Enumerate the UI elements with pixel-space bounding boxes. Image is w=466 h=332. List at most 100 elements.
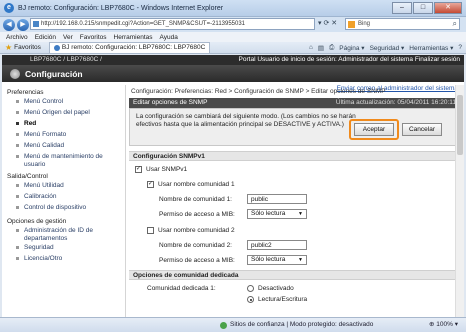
menu-ayuda[interactable]: Ayuda xyxy=(160,34,178,41)
back-button[interactable]: ◀ xyxy=(3,18,15,31)
menu-edicion[interactable]: Edición xyxy=(35,34,56,41)
menu-archivo[interactable]: Archivo xyxy=(6,34,28,41)
community2-mib-label: Permiso de acceso a MIB: xyxy=(159,257,235,264)
bullet-icon xyxy=(16,144,19,147)
tools-menu[interactable]: Herramientas ▾ xyxy=(409,44,453,52)
bullet-icon xyxy=(16,111,19,114)
sidebar-item-calidad[interactable]: Menú Calidad xyxy=(2,141,125,152)
scrollbar-thumb[interactable] xyxy=(457,95,463,155)
community1-name-label: Nombre de comunidad 1: xyxy=(159,196,232,203)
zoom-control[interactable]: ⊕ 100% ▾ xyxy=(429,318,458,332)
bullet-icon xyxy=(16,155,19,158)
sidebar-item-label: Administración de ID de departamentos xyxy=(24,227,94,242)
community2-name-label: Nombre de comunidad 2: xyxy=(159,242,232,249)
browser-tab[interactable]: BJ remoto: Configuración: LBP7680C: LBP7… xyxy=(48,42,211,53)
portal-bar[interactable]: Portal Usuario de inicio de sesión: Admi… xyxy=(239,55,460,65)
menu-herramientas[interactable]: Herramientas xyxy=(114,34,153,41)
vertical-scrollbar[interactable] xyxy=(455,85,464,317)
address-bar[interactable]: http://192.168.0.215/snmpedit.cgi?Action… xyxy=(30,18,315,30)
sidebar-item-seguridad[interactable]: Seguridad xyxy=(2,243,125,254)
community2-mib-value: Sólo lectura xyxy=(251,256,286,263)
section-title: Editar opciones de SNMP xyxy=(133,99,208,106)
use-snmpv1-checkbox[interactable]: ✓ xyxy=(135,166,142,173)
sidebar-item-label: Menú Formato xyxy=(24,131,67,138)
community1-mib-value: Sólo lectura xyxy=(251,210,286,217)
use-snmpv1-row: ✓ Usar SNMPv1 xyxy=(135,165,187,174)
menu-ver[interactable]: Ver xyxy=(63,34,73,41)
section-header: Editar opciones de SNMP Última actualiza… xyxy=(129,98,460,108)
safety-menu[interactable]: Seguridad ▾ xyxy=(370,44,405,52)
bullet-icon xyxy=(16,133,19,136)
sidebar-item-red[interactable]: Red xyxy=(2,119,125,130)
bullet-icon xyxy=(16,100,19,103)
page-icon xyxy=(33,21,39,27)
settings-icon xyxy=(10,68,20,79)
radio-lectura-escritura[interactable] xyxy=(247,296,254,303)
community1-name-input[interactable] xyxy=(247,194,307,204)
community2-row: Usar nombre comunidad 2 xyxy=(147,226,235,235)
window-title: BJ remoto: Configuración: LBP7680C - Win… xyxy=(18,4,224,12)
sidebar-item-menu-control[interactable]: Menú Control xyxy=(2,97,125,108)
dedicated-section-header: Opciones de comunidad dedicada xyxy=(129,270,460,280)
menu-bar: Archivo Edición Ver Favoritos Herramient… xyxy=(0,32,466,42)
radio-desactivado[interactable] xyxy=(247,285,254,292)
favorites-bar: ★ Favoritos BJ remoto: Configuración: LB… xyxy=(0,42,466,54)
forward-button[interactable]: ▶ xyxy=(17,18,29,31)
main-panel: Configuración: Preferencias: Red > Confi… xyxy=(129,85,464,317)
sidebar-item-label: Menú Origen del papel xyxy=(24,109,90,116)
window-titlebar: e BJ remoto: Configuración: LBP7680C - W… xyxy=(0,0,466,17)
help-icon[interactable]: ? xyxy=(458,44,462,52)
maximize-button[interactable]: □ xyxy=(413,2,433,14)
sidebar-item-mantenimiento[interactable]: Menú de mantenimiento de usuario xyxy=(2,152,125,169)
refresh-stop-icons[interactable]: ▾ ⟳ ✕ xyxy=(318,19,337,27)
community1-mib-label: Permiso de acceso a MIB: xyxy=(159,211,235,218)
accept-button[interactable]: Aceptar xyxy=(354,123,394,136)
favorites-button[interactable]: Favoritos xyxy=(14,44,41,51)
community1-mib-select[interactable]: Sólo lectura ▼ xyxy=(247,209,307,219)
page-title: Configuración xyxy=(25,68,83,79)
sidebar-item-utilidad[interactable]: Menú Utilidad xyxy=(2,181,125,192)
search-icon[interactable]: ⌕ xyxy=(453,19,457,29)
bullet-icon xyxy=(16,122,19,125)
address-row: ◀ ▶ http://192.168.0.215/snmpedit.cgi?Ac… xyxy=(0,17,466,32)
community2-mib-select[interactable]: Sólo lectura ▼ xyxy=(247,255,307,265)
community2-name-input[interactable] xyxy=(247,240,307,250)
sidebar-item-label: Calibración xyxy=(24,193,57,200)
sidebar-group-salida: Salida/Control xyxy=(7,173,48,180)
star-icon: ★ xyxy=(5,43,13,52)
search-engine-label: Bing xyxy=(358,21,371,27)
window-controls: – □ ✕ xyxy=(392,2,462,14)
bullet-icon xyxy=(16,206,19,209)
command-bar: ⌂ ▤ ⎙ Página ▾ Seguridad ▾ Herramientas … xyxy=(309,44,462,52)
bullet-icon xyxy=(16,246,19,249)
community1-checkbox[interactable]: ✓ xyxy=(147,181,154,188)
bullet-icon xyxy=(16,195,19,198)
print-icon[interactable]: ⎙ xyxy=(329,44,334,52)
menu-favoritos[interactable]: Favoritos xyxy=(80,34,107,41)
config-header: Configuración xyxy=(2,65,464,82)
sidebar-item-formato[interactable]: Menú Formato xyxy=(2,130,125,141)
page-menu[interactable]: Página ▾ xyxy=(339,44,364,52)
cancel-button[interactable]: Cancelar xyxy=(402,123,442,136)
security-zone: Sitios de confianza | Modo protegido: de… xyxy=(230,321,374,328)
home-icon[interactable]: ⌂ xyxy=(309,44,313,52)
tab-page-icon xyxy=(53,45,60,51)
sidebar-item-licencia[interactable]: Licencia/Otro xyxy=(2,254,125,265)
sidebar-item-calibracion[interactable]: Calibración xyxy=(2,192,125,203)
dedicated-option-rw[interactable]: Lectura/Escritura xyxy=(247,295,307,304)
sidebar-item-label: Red xyxy=(24,120,37,127)
close-button[interactable]: ✕ xyxy=(434,2,462,14)
sidebar-item-control-dispositivo[interactable]: Control de dispositivo xyxy=(2,203,125,214)
snmpv1-section-header: Configuración SNMPv1 xyxy=(129,151,460,161)
bullet-icon xyxy=(16,229,19,232)
minimize-button[interactable]: – xyxy=(392,2,412,14)
last-update: Última actualización: 05/04/2011 16:20:1… xyxy=(335,99,456,106)
sidebar-item-origen-papel[interactable]: Menú Origen del papel xyxy=(2,108,125,119)
feeds-icon[interactable]: ▤ xyxy=(318,44,324,52)
dedicated-option-off[interactable]: Desactivado xyxy=(247,284,294,293)
search-input[interactable]: Bing ⌕ xyxy=(345,18,460,30)
dedicated-label: Comunidad dedicada 1: xyxy=(147,285,216,292)
community2-checkbox[interactable] xyxy=(147,227,154,234)
sidebar-item-id-departamentos[interactable]: Administración de ID de departamentos xyxy=(2,226,125,243)
radio-desactivado-label: Desactivado xyxy=(258,285,294,292)
